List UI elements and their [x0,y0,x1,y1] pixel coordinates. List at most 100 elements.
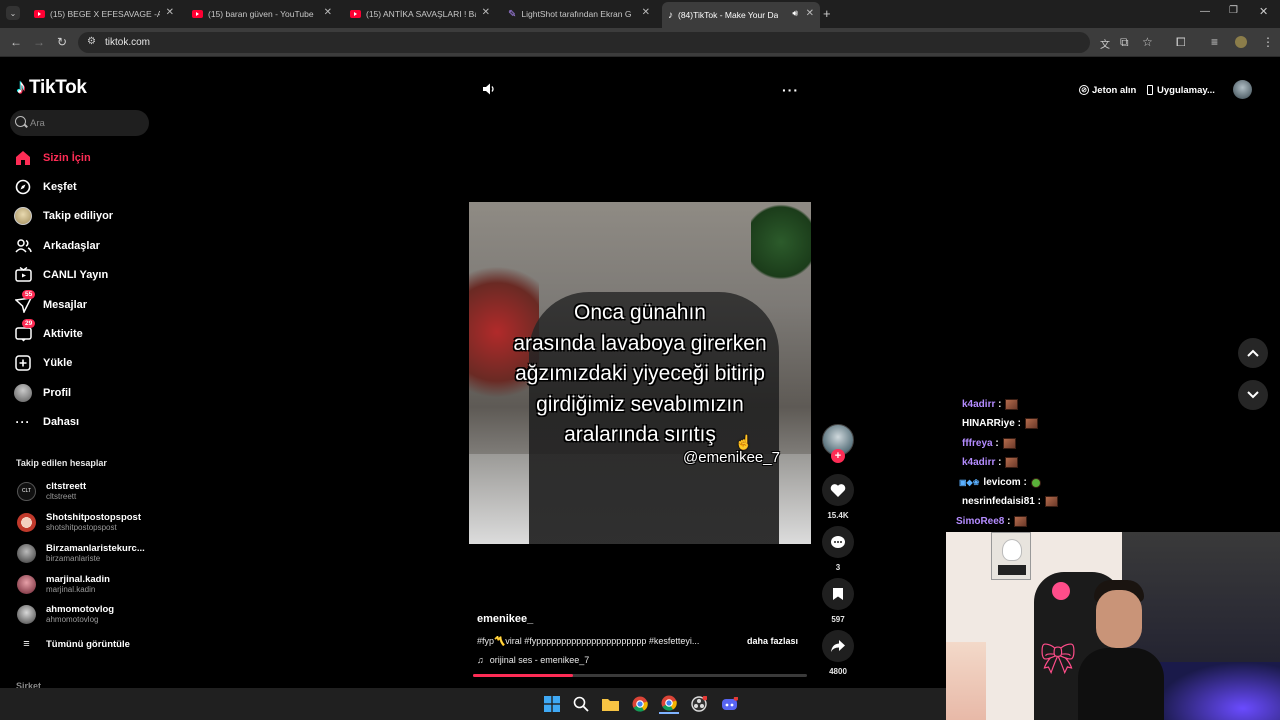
webcam-led-strip [1156,662,1280,720]
followed-account[interactable]: ahmomotovlog ahmomotovlog [17,604,114,624]
comment-button[interactable] [822,526,854,558]
emote-icon [1030,477,1041,488]
follow-plus-button[interactable]: + [831,449,845,463]
obs-icon[interactable] [689,694,709,714]
video-progress-bar[interactable] [473,674,807,677]
search-icon[interactable] [571,694,591,714]
tab-search-icon[interactable]: ⌄ [6,6,20,20]
chrome-active-icon[interactable] [659,694,679,714]
video-author-username[interactable]: emenikee_ [477,613,533,625]
profile-avatar-icon[interactable] [1235,36,1247,48]
save-button[interactable] [822,578,854,610]
discord-icon[interactable] [719,694,739,714]
new-tab-button[interactable]: + [823,6,831,21]
close-tab-icon[interactable]: ✕ [806,8,814,19]
nav-following[interactable]: Takip ediliyor [14,205,113,227]
browser-tab[interactable]: (15) BEGE X EFESAVAGE -AKBILİ ✕ [30,4,180,24]
speaker-icon[interactable]: 🔊︎ [792,8,798,19]
back-icon[interactable]: ← [10,35,22,49]
browser-tab[interactable]: (15) ANTİKA SAVAŞLARI ! Baran ✕ [346,4,496,24]
home-icon [14,149,32,167]
bookmark-icon [833,588,843,600]
chat-username: levicom [983,477,1021,488]
like-button[interactable] [822,474,854,506]
translate-icon[interactable]: 文 [1100,36,1110,51]
browser-tab[interactable]: (15) baran güven - YouTube ✕ [188,4,338,24]
forward-icon[interactable]: → [33,35,45,49]
close-tab-icon[interactable]: ✕ [642,7,650,18]
video-player[interactable]: Onca günahın arasında lavaboya girerken … [469,202,811,544]
video-frame-tree [751,202,811,282]
nav-activity[interactable]: 29 Aktivite [14,319,83,345]
message-icon: 55 [14,290,36,314]
followed-account[interactable]: Shotshitpostopspost shotshitpostopspost [17,512,141,532]
chat-username: fffreya [962,438,993,449]
streamer-webcam: 🎀︎ [946,532,1280,720]
chrome-menu-icon[interactable]: ⋮ [1262,35,1274,49]
message-count-badge: 55 [22,290,36,299]
share-button[interactable] [822,630,854,662]
nav-live[interactable]: CANLI Yayın [14,264,108,286]
get-coins-button[interactable]: ⊘ Jeton alın [1079,80,1136,100]
music-note-icon: ♫ [477,655,484,665]
chat-username: HINARRiye [962,418,1015,429]
close-window-icon[interactable]: ✕ [1259,5,1268,18]
chat-username: nesrinfedaisi81 [962,496,1035,507]
see-more-button[interactable]: daha fazlası [747,636,798,646]
nav-explore[interactable]: Keşfet [14,176,77,198]
video-caption-overlay: Onca günahın arasında lavaboya girerken … [513,301,767,446]
upload-icon [14,354,32,372]
emote-icon [1024,418,1038,429]
bookmark-star-icon[interactable]: ☆ [1142,35,1153,49]
avatar-icon [14,207,32,225]
search-input[interactable]: Ara [10,110,149,136]
youtube-icon [34,10,45,18]
restore-icon[interactable]: ❐ [1229,5,1238,16]
nav-friends[interactable]: Arkadaşlar [14,235,100,257]
mouse-cursor-icon: ☝ [735,434,753,450]
followed-account[interactable]: CLT cltstreett cltstreett [17,481,86,501]
close-tab-icon[interactable]: ✕ [324,7,332,18]
reload-icon[interactable]: ↻ [57,35,67,49]
file-explorer-icon[interactable] [600,694,620,714]
chrome-icon[interactable] [630,694,650,714]
media-controls-icon[interactable]: ≡ [1211,35,1218,49]
stream-chat-line: ▣◆❀ levicom : [959,477,1041,488]
activity-icon: 29 [14,319,36,343]
windows-start-icon[interactable] [542,694,562,714]
next-video-button[interactable] [1238,380,1268,410]
list-icon: ≡ [23,638,30,650]
previous-video-button[interactable] [1238,338,1268,368]
browser-tab[interactable]: ✎ LightShot tarafından Ekran Görü ✕ [504,4,656,24]
share-count: 4800 [829,667,847,676]
avatar [17,574,36,594]
video-sound[interactable]: ♫ orijinal ses - emenikee_7 [477,655,589,665]
comment-icon [831,535,845,548]
see-all-link[interactable]: ≡ Tümünü görüntüle [17,638,130,650]
more-options-icon[interactable]: ··· [782,82,799,98]
tiktok-logo[interactable]: ♪ TikTok [16,76,87,99]
windows-taskbar [0,688,946,720]
close-tab-icon[interactable]: ✕ [166,7,174,18]
followed-account[interactable]: marjinal.kadin marjinal.kadin [17,574,110,594]
emote-icon [1002,438,1016,449]
nav-upload[interactable]: Yükle [14,352,72,374]
webcam-shelf [946,642,986,720]
nav-messages[interactable]: 55 Mesajlar [14,290,87,316]
user-avatar[interactable] [1233,80,1252,99]
minimize-icon[interactable]: — [1200,6,1210,17]
get-app-button[interactable]: Uygulamay... [1147,80,1215,100]
site-info-icon[interactable]: ⚙ [87,36,96,47]
volume-icon[interactable] [482,82,496,101]
followed-account[interactable]: Birzamanlaristekurc... birzamanlariste [17,543,145,563]
nav-profile[interactable]: Profil [14,382,71,404]
heart-icon [830,483,846,497]
url-field[interactable]: ⚙ tiktok.com 文 [78,32,1110,53]
browser-tab-active[interactable]: ♪ (84)TikTok - Make Your Day 🔊︎ ✕ [662,2,820,28]
webcam-streamer [1078,572,1164,720]
extensions-icon[interactable]: ⧠ [1176,35,1186,50]
close-tab-icon[interactable]: ✕ [482,7,490,18]
cast-icon[interactable]: ⧉ [1120,35,1129,50]
nav-more[interactable]: ··· Dahası [14,411,80,433]
nav-for-you[interactable]: Sizin İçin [14,147,91,169]
